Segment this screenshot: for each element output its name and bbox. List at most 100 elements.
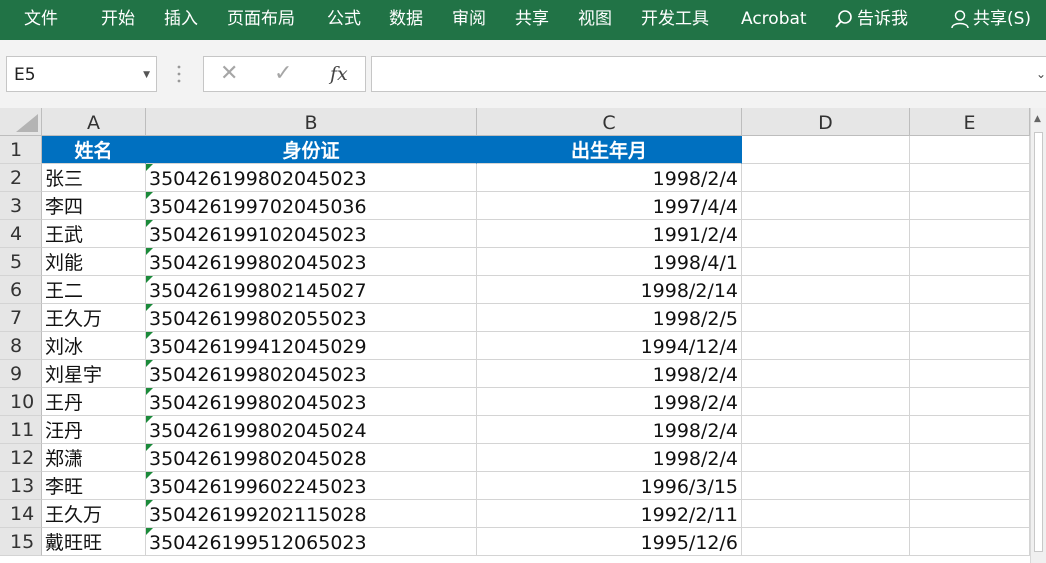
cell-d10[interactable] — [742, 388, 910, 416]
cell-e3[interactable] — [910, 192, 1030, 220]
cell-a12[interactable]: 郑潇 — [42, 444, 146, 472]
cell-e7[interactable] — [910, 304, 1030, 332]
cell-a15[interactable]: 戴旺旺 — [42, 528, 146, 556]
row-header-13[interactable]: 13 — [0, 472, 42, 500]
name-box[interactable]: E5 ▼ — [6, 56, 157, 92]
cell-a9[interactable]: 刘星宇 — [42, 360, 146, 388]
cell-a14[interactable]: 王久万 — [42, 500, 146, 528]
tab-review[interactable]: 审阅 — [452, 0, 486, 40]
cell-e9[interactable] — [910, 360, 1030, 388]
cell-b12[interactable]: 350426199802045028 — [146, 444, 477, 472]
row-header-10[interactable]: 10 — [0, 388, 42, 416]
vertical-scrollbar[interactable]: ▲ — [1030, 108, 1046, 563]
drag-handle-icon[interactable] — [176, 62, 182, 86]
cell-e4[interactable] — [910, 220, 1030, 248]
tab-insert[interactable]: 插入 — [164, 0, 198, 40]
cell-d7[interactable] — [742, 304, 910, 332]
tab-formulas[interactable]: 公式 — [327, 0, 361, 40]
cell-c4[interactable]: 1991/2/4 — [477, 220, 742, 248]
cell-d11[interactable] — [742, 416, 910, 444]
cell-d1[interactable] — [742, 136, 910, 164]
row-header-2[interactable]: 2 — [0, 164, 42, 192]
cell-e1[interactable] — [910, 136, 1030, 164]
cell-b2[interactable]: 350426199802045023 — [146, 164, 477, 192]
column-header-a[interactable]: A — [42, 108, 146, 136]
cell-c8[interactable]: 1994/12/4 — [477, 332, 742, 360]
cell-b9[interactable]: 350426199802045023 — [146, 360, 477, 388]
enter-icon[interactable]: ✓ — [274, 61, 292, 86]
cell-c1[interactable]: 出生年月 — [477, 136, 742, 164]
cell-c13[interactable]: 1996/3/15 — [477, 472, 742, 500]
scroll-up-icon[interactable]: ▲ — [1034, 114, 1041, 124]
cell-d15[interactable] — [742, 528, 910, 556]
cell-a5[interactable]: 刘能 — [42, 248, 146, 276]
cancel-icon[interactable]: ✕ — [220, 61, 238, 86]
cell-d14[interactable] — [742, 500, 910, 528]
cell-c14[interactable]: 1992/2/11 — [477, 500, 742, 528]
cell-e11[interactable] — [910, 416, 1030, 444]
select-all-button[interactable] — [0, 108, 42, 136]
column-header-e[interactable]: E — [910, 108, 1030, 136]
column-header-b[interactable]: B — [146, 108, 477, 136]
cell-b13[interactable]: 350426199602245023 — [146, 472, 477, 500]
cell-d12[interactable] — [742, 444, 910, 472]
cell-b14[interactable]: 350426199202115028 — [146, 500, 477, 528]
cell-e10[interactable] — [910, 388, 1030, 416]
row-header-6[interactable]: 6 — [0, 276, 42, 304]
share-button[interactable]: 共享(S) — [950, 0, 1031, 40]
tab-acrobat[interactable]: Acrobat — [741, 0, 807, 40]
cell-c2[interactable]: 1998/2/4 — [477, 164, 742, 192]
insert-function-button[interactable]: fx — [330, 63, 348, 85]
cell-c11[interactable]: 1998/2/4 — [477, 416, 742, 444]
cell-c7[interactable]: 1998/2/5 — [477, 304, 742, 332]
cell-c9[interactable]: 1998/2/4 — [477, 360, 742, 388]
row-header-8[interactable]: 8 — [0, 332, 42, 360]
cell-d8[interactable] — [742, 332, 910, 360]
formula-input[interactable] — [371, 56, 1046, 92]
row-header-11[interactable]: 11 — [0, 416, 42, 444]
tab-share[interactable]: 共享 — [515, 0, 549, 40]
cell-b7[interactable]: 350426199802055023 — [146, 304, 477, 332]
scrollbar-thumb[interactable] — [1034, 132, 1043, 552]
cell-e15[interactable] — [910, 528, 1030, 556]
cell-b15[interactable]: 350426199512065023 — [146, 528, 477, 556]
cell-a10[interactable]: 王丹 — [42, 388, 146, 416]
chevron-down-icon[interactable]: ▼ — [143, 70, 150, 80]
tell-me-button[interactable]: 告诉我 — [834, 0, 908, 40]
cell-a11[interactable]: 汪丹 — [42, 416, 146, 444]
tab-data[interactable]: 数据 — [389, 0, 423, 40]
tab-home[interactable]: 开始 — [101, 0, 135, 40]
cell-c12[interactable]: 1998/2/4 — [477, 444, 742, 472]
cell-e2[interactable] — [910, 164, 1030, 192]
cell-a7[interactable]: 王久万 — [42, 304, 146, 332]
tab-page-layout[interactable]: 页面布局 — [227, 0, 295, 40]
cell-c10[interactable]: 1998/2/4 — [477, 388, 742, 416]
tab-file[interactable]: 文件 — [24, 0, 58, 40]
cell-e13[interactable] — [910, 472, 1030, 500]
cell-d9[interactable] — [742, 360, 910, 388]
row-header-3[interactable]: 3 — [0, 192, 42, 220]
cell-c6[interactable]: 1998/2/14 — [477, 276, 742, 304]
cell-c15[interactable]: 1995/12/6 — [477, 528, 742, 556]
row-header-12[interactable]: 12 — [0, 444, 42, 472]
column-header-c[interactable]: C — [477, 108, 742, 136]
cell-a2[interactable]: 张三 — [42, 164, 146, 192]
cell-d13[interactable] — [742, 472, 910, 500]
row-header-4[interactable]: 4 — [0, 220, 42, 248]
cell-b3[interactable]: 350426199702045036 — [146, 192, 477, 220]
tab-developer[interactable]: 开发工具 — [641, 0, 709, 40]
cell-d6[interactable] — [742, 276, 910, 304]
cell-e8[interactable] — [910, 332, 1030, 360]
row-header-14[interactable]: 14 — [0, 500, 42, 528]
row-header-5[interactable]: 5 — [0, 248, 42, 276]
row-header-1[interactable]: 1 — [0, 136, 42, 164]
row-header-15[interactable]: 15 — [0, 528, 42, 556]
cell-c3[interactable]: 1997/4/4 — [477, 192, 742, 220]
column-header-d[interactable]: D — [742, 108, 910, 136]
cell-a8[interactable]: 刘冰 — [42, 332, 146, 360]
cell-e6[interactable] — [910, 276, 1030, 304]
cell-c5[interactable]: 1998/4/1 — [477, 248, 742, 276]
row-header-7[interactable]: 7 — [0, 304, 42, 332]
cell-d2[interactable] — [742, 164, 910, 192]
cell-a3[interactable]: 李四 — [42, 192, 146, 220]
